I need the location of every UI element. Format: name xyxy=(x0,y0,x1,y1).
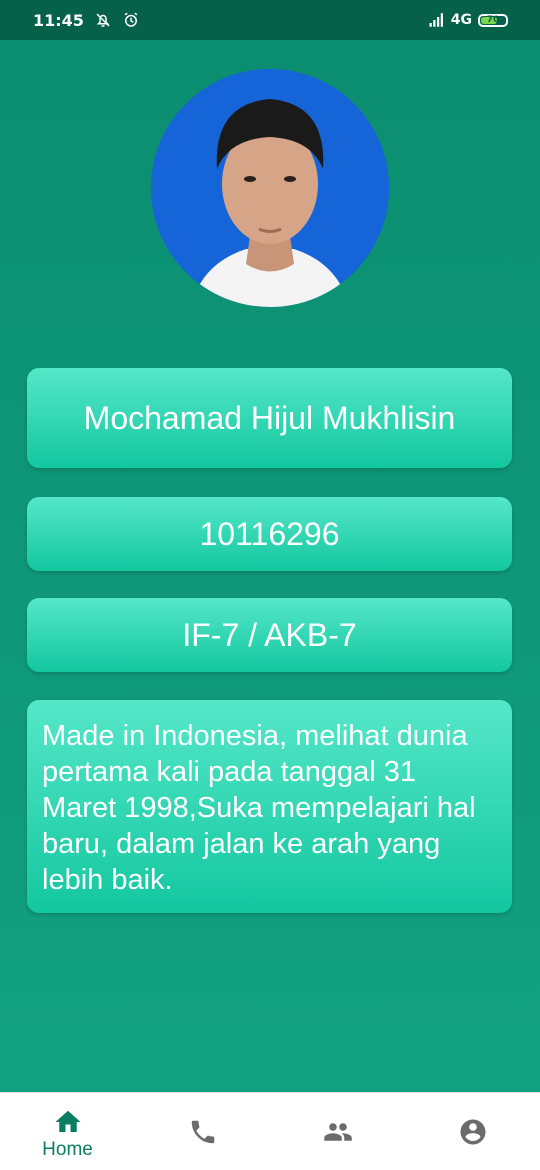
home-icon xyxy=(55,1110,80,1132)
profile-avatar xyxy=(151,69,389,307)
nav-profile[interactable] xyxy=(405,1093,540,1170)
profile-nim: 10116296 xyxy=(199,515,340,552)
alarm-icon xyxy=(122,11,140,29)
profile-class: IF-7 / AKB-7 xyxy=(182,616,357,653)
profile-screen: Mochamad Hijul Mukhlisin 10116296 IF-7 /… xyxy=(0,40,540,1092)
nim-card: 10116296 xyxy=(27,497,512,571)
bio-card: Made in Indonesia, melihat dunia pertama… xyxy=(27,700,512,913)
network-type: 4G xyxy=(450,12,472,28)
notifications-off-icon xyxy=(94,11,112,29)
status-left: 11:45 xyxy=(33,11,140,30)
status-bar: 11:45 4G 70 xyxy=(0,0,540,40)
profile-bio: Made in Indonesia, melihat dunia pertama… xyxy=(42,720,476,896)
nav-home[interactable]: Home xyxy=(0,1093,135,1170)
bottom-navigation: Home xyxy=(0,1092,540,1170)
name-card: Mochamad Hijul Mukhlisin xyxy=(27,368,512,468)
nav-contact[interactable] xyxy=(135,1093,270,1170)
signal-icon xyxy=(427,11,445,29)
phone-icon xyxy=(191,1120,214,1144)
nav-home-label: Home xyxy=(42,1139,93,1160)
status-right: 4G 70 xyxy=(427,11,508,29)
battery-percentage: 70 xyxy=(486,15,500,25)
class-card: IF-7 / AKB-7 xyxy=(27,598,512,672)
people-icon xyxy=(323,1123,352,1141)
profile-name: Mochamad Hijul Mukhlisin xyxy=(83,399,456,436)
status-time: 11:45 xyxy=(33,10,84,30)
battery-icon: 70 xyxy=(478,13,508,27)
nav-friends[interactable] xyxy=(270,1093,405,1170)
account-icon xyxy=(460,1119,485,1145)
